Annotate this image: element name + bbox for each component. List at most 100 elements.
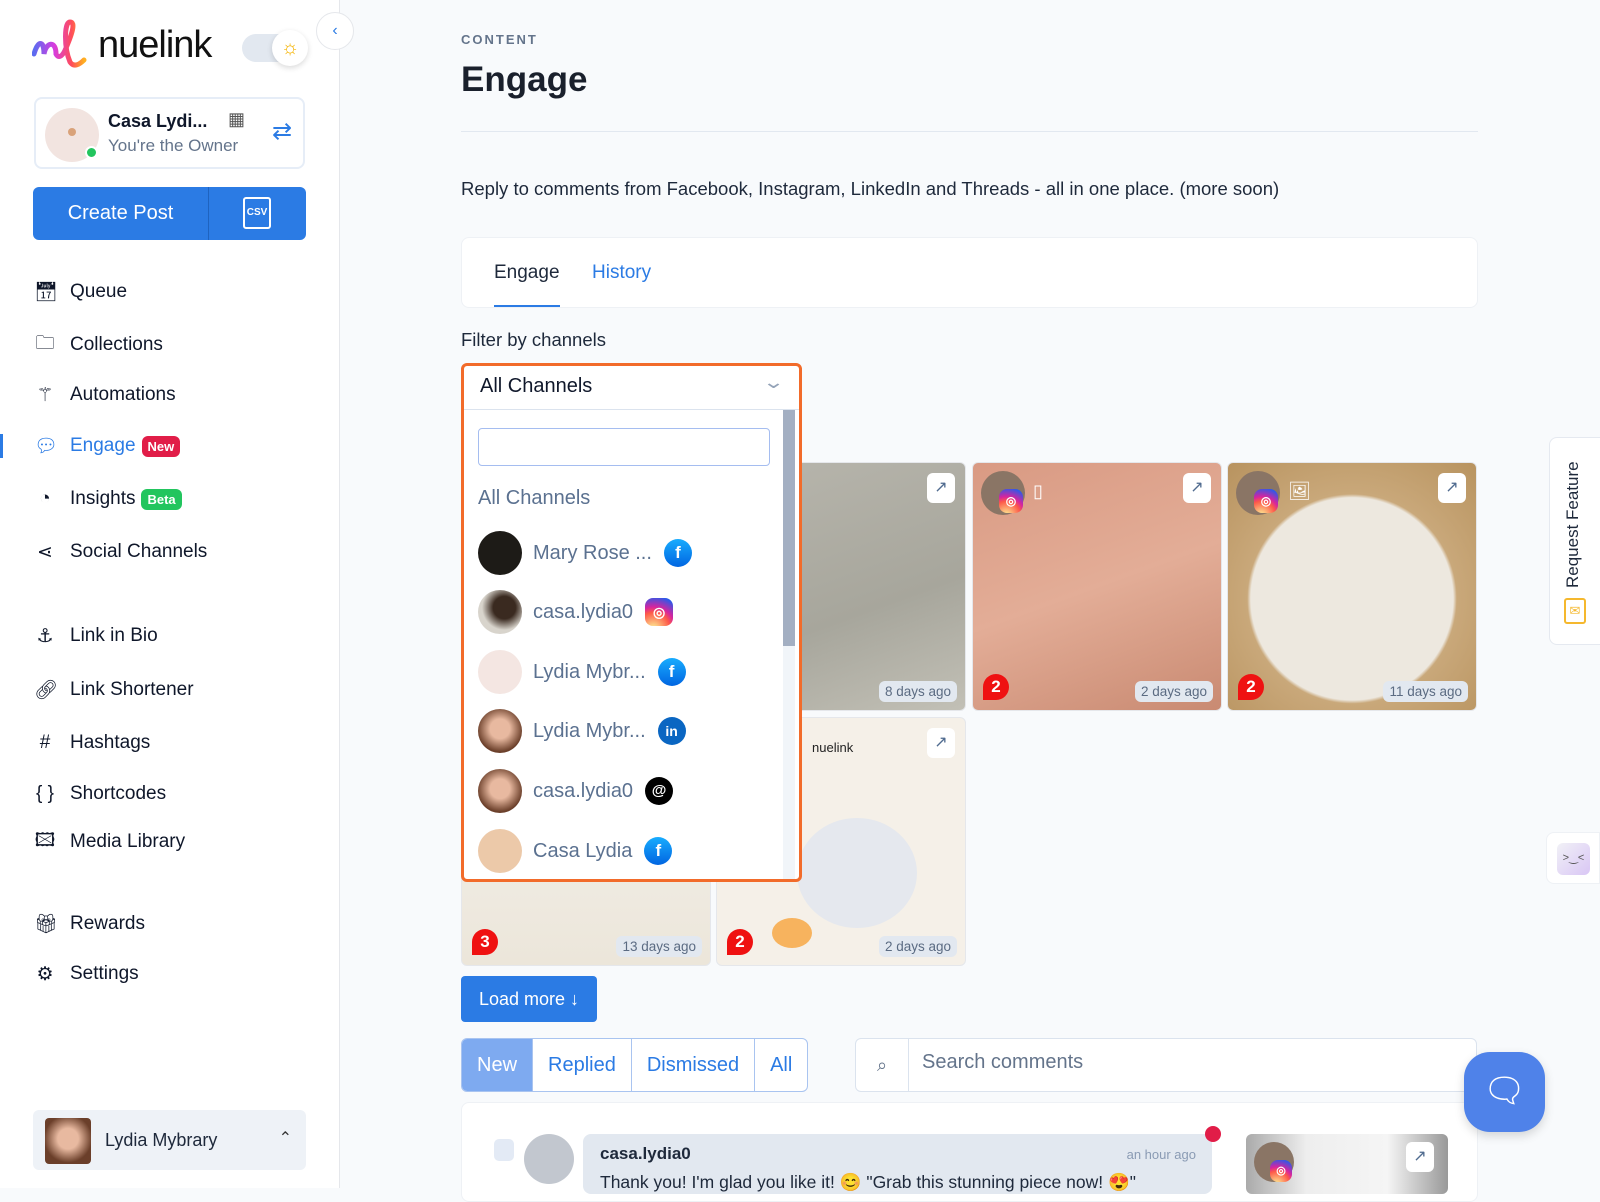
divider <box>208 187 209 240</box>
post-card[interactable]: ◎ ▯ ↗ 2 2 days ago <box>972 462 1222 711</box>
channel-select[interactable]: All Channels ⌄ <box>464 366 799 410</box>
arrow-down-icon: ↓ <box>570 989 580 1009</box>
tab-engage[interactable]: Engage <box>494 262 560 284</box>
request-feature-tab[interactable]: Request Feature ✉ <box>1549 437 1600 645</box>
linkedin-icon: in <box>657 717 686 745</box>
comment-checkbox[interactable] <box>494 1139 514 1161</box>
switch-account-icon[interactable]: ⇄ <box>272 117 292 146</box>
chat-icon: 💬︎ <box>34 436 59 457</box>
image-icon: 🖼︎ <box>1288 481 1311 501</box>
chevron-down-icon: ⌄ <box>762 372 785 392</box>
instagram-icon: ◎ <box>1254 489 1278 513</box>
active-indicator <box>0 434 3 458</box>
threads-icon: @ <box>645 777 674 805</box>
tab-history[interactable]: History <box>592 262 651 284</box>
section-kicker: CONTENT <box>461 32 538 47</box>
search-icon: ⌕ <box>856 1039 909 1091</box>
page-title: Engage <box>461 60 588 99</box>
page-description: Reply to comments from Facebook, Instagr… <box>461 178 1280 199</box>
channel-avatar <box>478 590 522 634</box>
link-icon: 🔗︎ <box>34 680 59 701</box>
channel-name: Casa Lydia <box>533 839 633 862</box>
folder-icon: 🗀 <box>35 333 55 354</box>
filter-all[interactable]: All <box>755 1039 807 1091</box>
channel-option[interactable]: casa.lydia0 @ <box>478 769 674 813</box>
external-link-icon[interactable]: ↗ <box>1438 473 1466 503</box>
filter-dismissed[interactable]: Dismissed <box>632 1039 756 1091</box>
divider <box>461 131 1478 132</box>
channel-filter-dropdown[interactable]: All Channels ⌄ All Channels Mary Rose ...… <box>461 363 802 882</box>
collapse-sidebar-button[interactable]: ‹ <box>316 12 354 50</box>
account-role: You're the Owner <box>108 136 239 155</box>
active-tab-underline <box>494 305 560 307</box>
sidebar-item-rewards[interactable]: 🎁︎ Rewards <box>34 909 145 939</box>
post-card[interactable]: ◎ 🖼︎ ↗ 2 11 days ago <box>1227 462 1477 711</box>
channel-option[interactable]: casa.lydia0 ◎ <box>478 590 674 634</box>
create-post-button[interactable]: Create Post <box>33 202 208 225</box>
sidebar-item-collections[interactable]: 🗀 Collections <box>34 330 162 360</box>
commenter-avatar <box>524 1134 574 1184</box>
channel-option[interactable]: Lydia Mybr... in <box>478 709 686 753</box>
comment-user: casa.lydia0 <box>600 1144 691 1163</box>
option-all-channels[interactable]: All Channels <box>478 487 590 510</box>
channel-avatar <box>478 531 522 575</box>
facebook-icon: f <box>644 837 673 865</box>
logo[interactable] <box>31 18 94 70</box>
scrollbar-thumb[interactable] <box>783 410 795 646</box>
post-age: 11 days ago <box>1383 681 1468 702</box>
channel-option[interactable]: Casa Lydia f <box>478 829 673 873</box>
carousel-icon: ▯ <box>1033 481 1043 501</box>
search-comments-input[interactable] <box>922 1051 1442 1074</box>
illustration <box>797 818 917 928</box>
external-link-icon[interactable]: ↗ <box>1183 473 1211 503</box>
theme-toggle[interactable]: ☼ <box>242 30 308 66</box>
support-chat-button[interactable]: 🗨︎ <box>1464 1052 1545 1132</box>
account-name: Casa Lydi... <box>108 111 208 131</box>
new-badge: New <box>141 435 181 457</box>
post-age: 2 days ago <box>1134 681 1213 702</box>
account-switcher[interactable]: Casa Lydi... ▦ You're the Owner ⇄ <box>34 97 305 169</box>
sidebar-item-hashtags[interactable]: # Hashtags <box>34 728 151 758</box>
load-more-button[interactable]: Load more ↓ <box>461 976 597 1022</box>
channel-name: Mary Rose ... <box>533 541 652 564</box>
sidebar-item-label: Engage <box>70 435 136 456</box>
channel-option[interactable]: Lydia Mybr... f <box>478 650 686 694</box>
instagram-icon: ◎ <box>1270 1160 1292 1182</box>
post-age: 13 days ago <box>616 936 702 957</box>
user-menu[interactable]: Lydia Mybrary ⌃ <box>33 1110 306 1170</box>
face-icon: >‿< <box>1557 843 1590 875</box>
sidebar-item-engage[interactable]: 💬︎ Engage New <box>34 431 181 461</box>
sidebar-item-shortcodes[interactable]: { } Shortcodes <box>34 779 166 809</box>
filter-new[interactable]: New <box>462 1039 534 1091</box>
external-link-icon[interactable]: ↗ <box>927 728 955 758</box>
filter-replied[interactable]: Replied <box>533 1039 632 1091</box>
external-link-icon[interactable]: ↗ <box>927 473 955 503</box>
unread-dot <box>1205 1126 1221 1142</box>
braces-icon: { } <box>36 783 54 804</box>
status-filter: New Replied Dismissed All <box>461 1038 809 1092</box>
sidebar-item-queue[interactable]: 📅︎ Queue <box>34 277 127 307</box>
illustration <box>772 918 812 948</box>
channel-name: casa.lydia0 <box>533 779 634 802</box>
sidebar-item-insights[interactable]: ◔ Insights Beta <box>34 484 182 514</box>
dropdown-scrollbar[interactable] <box>783 410 795 879</box>
channel-avatar: ◎ <box>981 471 1025 515</box>
channel-option[interactable]: Mary Rose ... f <box>478 531 692 575</box>
post-age: 2 days ago <box>878 936 957 957</box>
csv-import-icon[interactable]: CSV <box>243 197 271 229</box>
feedback-widget[interactable]: >‿< <box>1546 832 1600 884</box>
sidebar-item-social-channels[interactable]: ⋖ Social Channels <box>34 537 207 567</box>
external-link-icon[interactable]: ↗ <box>1406 1142 1434 1172</box>
filter-label: Filter by channels <box>461 329 606 350</box>
comment-post-thumbnail[interactable]: ◎ ↗ <box>1246 1134 1448 1194</box>
chevron-up-icon: ⌃ <box>278 1130 292 1147</box>
hash-icon: # <box>39 732 51 753</box>
sidebar-item-automations[interactable]: ⚚ Automations <box>34 380 175 410</box>
channel-avatar <box>478 829 522 873</box>
sidebar: nuelink ☼ ‹ Casa Lydi... ▦ You're the Ow… <box>0 0 354 1188</box>
channel-search-input[interactable] <box>478 428 770 466</box>
sidebar-item-media-library[interactable]: 🖾 Media Library <box>34 827 185 857</box>
sidebar-item-settings[interactable]: ⚙︎ Settings <box>34 959 138 989</box>
sidebar-item-link-shortener[interactable]: 🔗︎ Link Shortener <box>34 675 194 705</box>
sidebar-item-link-in-bio[interactable]: ⚓︎ Link in Bio <box>34 621 157 651</box>
